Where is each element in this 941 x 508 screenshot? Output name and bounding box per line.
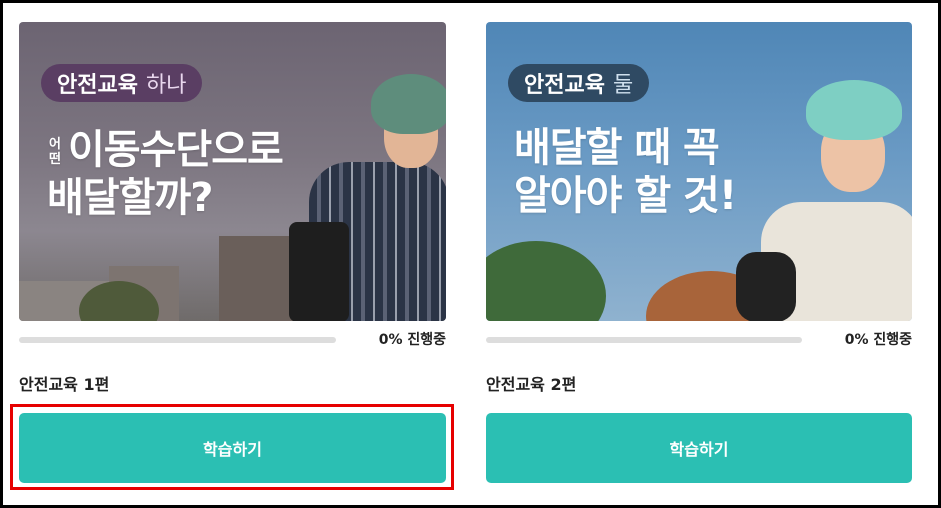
tree-shape xyxy=(486,241,606,321)
helmet-icon xyxy=(806,80,902,140)
thumbnail-headline: 배달할 때 꼭 알아야 할 것! xyxy=(514,124,737,220)
headline-small-text: 어떤 xyxy=(49,137,61,167)
course-badge: 안전교육 둘 xyxy=(508,64,650,102)
learn-button[interactable]: 학습하기 xyxy=(486,413,912,483)
course-badge: 안전교육 하나 xyxy=(41,64,203,102)
progress-text: 0% 진행중 xyxy=(378,332,446,348)
course-title: 안전교육 1편 xyxy=(19,375,110,394)
badge-main-text: 안전교육 xyxy=(57,73,138,98)
helmet-icon xyxy=(371,74,446,134)
badge-sub-text: 둘 xyxy=(612,73,634,98)
headline-line-2: 배달할까? xyxy=(47,175,213,221)
progress-bar xyxy=(19,337,336,343)
badge-main-text: 안전교육 xyxy=(524,73,605,98)
elbow-pad xyxy=(736,252,796,321)
progress-row: 0% 진행중 xyxy=(486,329,912,349)
course-title: 안전교육 2편 xyxy=(486,375,577,394)
progress-bar xyxy=(486,337,802,343)
rider-illustration xyxy=(736,62,912,321)
delivery-box xyxy=(289,222,349,321)
learn-button[interactable]: 학습하기 xyxy=(19,413,446,483)
progress-row: 0% 진행중 xyxy=(19,329,446,349)
thumbnail-headline: 어떤 이동수단으로 배달할까? xyxy=(47,126,284,222)
background-building xyxy=(219,236,299,321)
course-card-1: 안전교육 하나 어떤 이동수단으로 배달할까? 0% 진행중 안전교육 1편 학습… xyxy=(19,22,446,483)
course-card-2: 안전교육 둘 배달할 때 꼭 알아야 할 것! 0% 진행중 안전교육 2편 학… xyxy=(486,22,912,483)
headline-line-2: 알아야 할 것! xyxy=(514,173,737,219)
course-thumbnail-2[interactable]: 안전교육 둘 배달할 때 꼭 알아야 할 것! xyxy=(486,22,912,321)
headline-line-1: 배달할 때 꼭 xyxy=(514,125,720,171)
badge-sub-text: 하나 xyxy=(145,73,187,98)
course-thumbnail-1[interactable]: 안전교육 하나 어떤 이동수단으로 배달할까? xyxy=(19,22,446,321)
progress-text: 0% 진행중 xyxy=(844,332,912,348)
rider-illustration xyxy=(289,62,446,321)
headline-line-1: 이동수단으로 xyxy=(68,127,284,173)
